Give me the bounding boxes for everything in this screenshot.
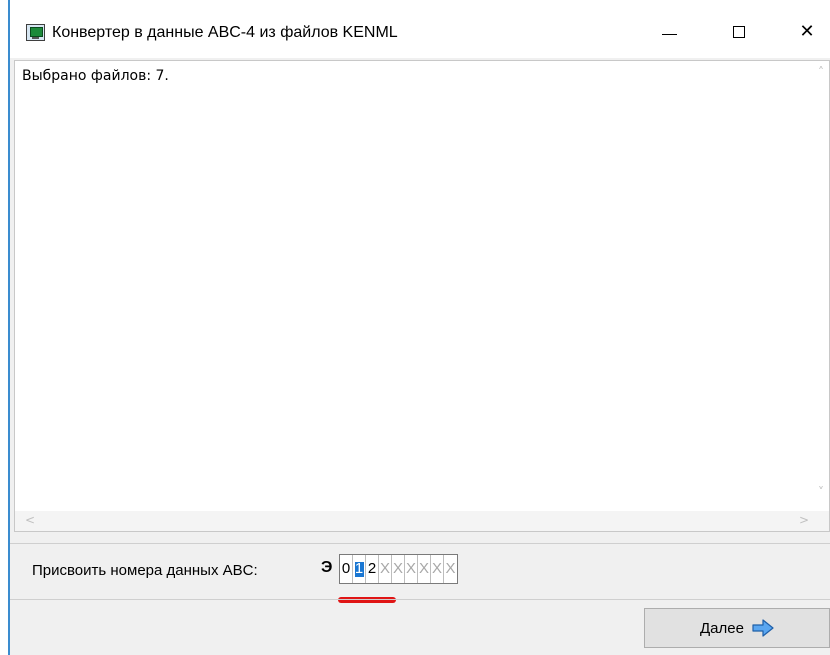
- title-bar[interactable]: Конвертер в данные ABC-4 из файлов KENML…: [10, 0, 830, 58]
- close-icon: ✕: [799, 21, 815, 42]
- scroll-right-icon[interactable]: >: [799, 513, 809, 527]
- computer-icon: [26, 24, 45, 41]
- maximize-button[interactable]: [716, 12, 762, 52]
- minimize-button[interactable]: [646, 12, 692, 52]
- data-number-digit[interactable]: X: [418, 555, 431, 583]
- window-left-backdrop: [0, 0, 8, 655]
- close-button[interactable]: ✕: [784, 12, 830, 52]
- scroll-down-icon[interactable]: ˅: [818, 485, 824, 499]
- data-number-digit[interactable]: 2: [366, 555, 379, 583]
- assign-numbers-label: Присвоить номера данных ABC:: [32, 562, 258, 579]
- data-number-digit[interactable]: X: [392, 555, 405, 583]
- next-button[interactable]: Далее: [644, 608, 830, 648]
- divider: [10, 543, 830, 544]
- window-title: Конвертер в данные ABC-4 из файлов KENML: [52, 24, 398, 41]
- data-number-digit[interactable]: 0: [340, 555, 353, 583]
- annotation-underline: [338, 597, 396, 603]
- vertical-scrollbar[interactable]: ˄ ˅: [815, 61, 829, 513]
- data-number-digit[interactable]: X: [444, 555, 457, 583]
- converter-window: Конвертер в данные ABC-4 из файлов KENML…: [0, 0, 830, 655]
- scroll-left-icon[interactable]: <: [25, 513, 35, 527]
- log-textarea[interactable]: Выбрано файлов: 7. ˄ ˅ < >: [14, 60, 830, 532]
- log-text: Выбрано файлов: 7.: [22, 68, 169, 84]
- arrow-right-icon: [752, 619, 774, 637]
- data-number-digit[interactable]: X: [405, 555, 418, 583]
- data-number-digit[interactable]: X: [431, 555, 444, 583]
- next-button-label: Далее: [700, 619, 744, 637]
- window-left-border: [8, 0, 10, 655]
- data-number-input[interactable]: 012XXXXXX: [339, 554, 458, 584]
- data-number-prefix: Э: [321, 559, 333, 576]
- data-number-digit[interactable]: X: [379, 555, 392, 583]
- maximize-icon: [733, 26, 745, 38]
- minimize-icon: [662, 34, 677, 35]
- divider: [10, 599, 830, 600]
- horizontal-scrollbar[interactable]: < >: [15, 511, 829, 531]
- data-number-digit[interactable]: 1: [353, 555, 366, 583]
- scroll-up-icon[interactable]: ˄: [818, 65, 824, 79]
